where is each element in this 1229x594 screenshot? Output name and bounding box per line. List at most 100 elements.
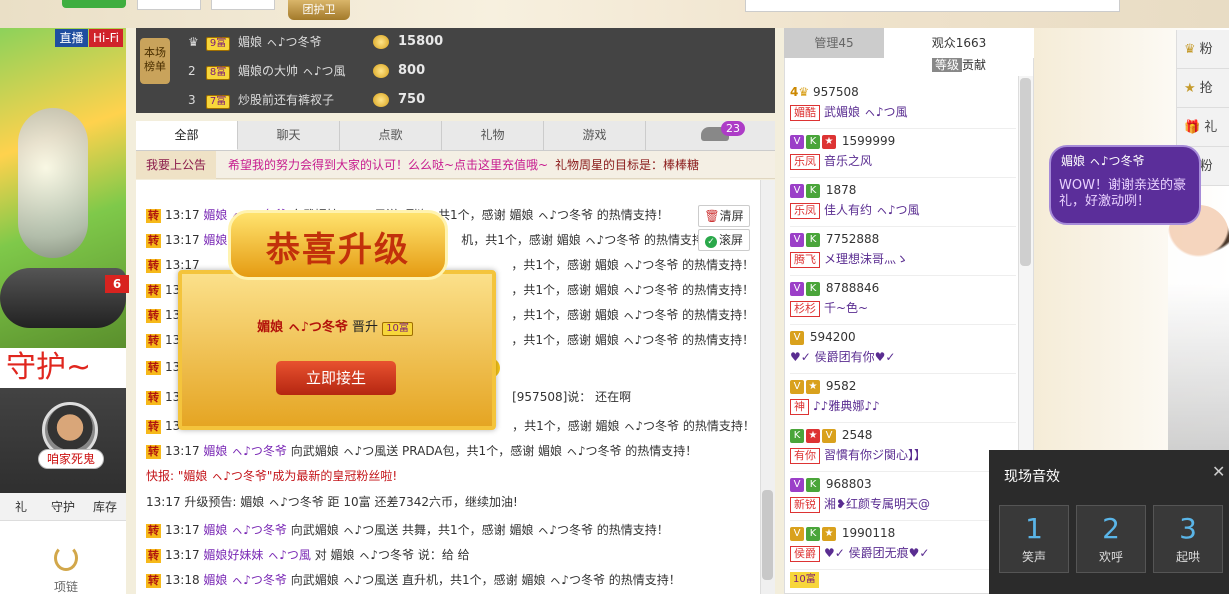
chat-text: 向武媚娘 ㇸ♪つ風送 直升机，共1个，感谢 媚娘 ㇸ♪つ冬爷 的热情支持！	[290, 573, 681, 587]
k-icon: K	[806, 526, 820, 541]
left-tab-gift[interactable]: 礼	[0, 493, 42, 520]
live-tag[interactable]: 直播	[55, 29, 88, 47]
sort-contrib[interactable]: 贡献	[962, 58, 986, 72]
fan-name: メ理想沫哥灬ゝ	[824, 252, 909, 266]
sound-button-boo[interactable]: 3 起哄	[1153, 505, 1223, 573]
tab-song[interactable]: 点歌	[340, 121, 442, 150]
audience-scroll-thumb[interactable]	[1020, 78, 1031, 266]
forward-tag[interactable]: 转	[146, 234, 161, 248]
clear-label: 清屏	[719, 209, 744, 223]
forward-tag[interactable]: 转	[146, 549, 161, 563]
vip-icon: V	[790, 232, 804, 247]
forward-tag[interactable]: 转	[146, 361, 161, 375]
video-player[interactable]	[0, 28, 126, 348]
rank-row-3[interactable]: 3 7富 炒股前还有裤衩子 750	[188, 86, 488, 114]
left-tab-guard[interactable]: 守护	[42, 493, 84, 520]
chat-nick[interactable]: 媚娘	[203, 233, 227, 247]
audience-sort: 等级 贡献	[932, 56, 986, 73]
fan-id: 594200	[809, 330, 856, 344]
sound-label: 起哄	[1175, 550, 1200, 564]
guard-badge[interactable]: 团护卫	[288, 0, 350, 20]
audience-item[interactable]: K ★ V 2548 有你 習慣有你ジ関心】】	[790, 423, 1016, 472]
forward-tag[interactable]: 转	[146, 209, 161, 223]
clear-screen-button[interactable]: 🗑清屏	[698, 205, 750, 227]
forward-tag[interactable]: 转	[146, 574, 161, 588]
accept-now-button[interactable]: 立即接生	[276, 361, 396, 395]
fan-id: 8788846	[825, 281, 880, 295]
fan-name: ♥✓ 侯爵团有你♥✓	[790, 350, 896, 364]
audience-item[interactable]: VK 1878 乐凤 佳人有约 ㇸ♪つ風	[790, 178, 1016, 227]
chat-time: 13:17	[165, 233, 200, 247]
necklace-label: 项链	[54, 580, 79, 594]
forward-tag[interactable]: 转	[146, 391, 161, 405]
post-notice-button[interactable]: 我要上公告	[136, 151, 216, 179]
guard-name[interactable]: 咱家死鬼	[38, 449, 104, 469]
rail-gift-button[interactable]: 🎁 礼	[1176, 109, 1229, 147]
audience-item[interactable]: 4♛ 957508 媚酷 武媚娘 ㇸ♪つ風	[790, 80, 1016, 129]
star-icon: ★	[1184, 81, 1196, 96]
chat-scroll-thumb[interactable]	[762, 490, 773, 580]
rank-row-1[interactable]: ♛ 9富 媚娘 ㇸ♪つ冬爷 15800	[188, 28, 488, 56]
chat-nick[interactable]: 媚娘 ㇸ♪つ冬爷	[203, 444, 286, 458]
chat-nick[interactable]: 媚娘 ㇸ♪つ冬爷	[203, 523, 286, 537]
audience-item[interactable]: VK 7752888 腾飞 メ理想沫哥灬ゝ	[790, 227, 1016, 276]
tab-game[interactable]: 游戏	[544, 121, 646, 150]
top-info-box	[745, 0, 1120, 12]
chat-nick[interactable]: 媚娘 ㇸ♪つ冬爷	[203, 573, 286, 587]
chat-text: 向武媚娘 ㇸ♪つ風送 PRADA包，共1个，感谢 媚娘 ㇸ♪つ冬爷 的热情支持！	[290, 444, 698, 458]
scroll-screen-button[interactable]: ✓ 滚屏	[698, 229, 750, 251]
left-tab-stock[interactable]: 库存	[84, 493, 126, 520]
chat-text: ，共1个，感谢 媚娘 ㇸ♪つ冬爷 的热情支持！	[511, 258, 755, 272]
fan-name: 佳人有约 ㇸ♪つ風	[824, 203, 920, 217]
forward-tag[interactable]: 转	[146, 524, 161, 538]
sort-level[interactable]: 等级	[932, 58, 963, 72]
left-tabs: 礼 守护 库存	[0, 493, 126, 521]
fan-group: 有你	[790, 448, 820, 464]
rail-fans-button[interactable]: ♛ 粉	[1176, 31, 1229, 69]
sound-label: 欢呼	[1098, 550, 1123, 564]
audience-item[interactable]: VK 968803 新锐 湘❥红颜专属明天@	[790, 472, 1016, 521]
chat-nick[interactable]: 媚娘好妹妹 ㇸ♪つ風	[203, 548, 310, 562]
tab-gift[interactable]: 礼物	[442, 121, 544, 150]
hifi-tag[interactable]: Hi-Fi	[89, 29, 123, 47]
tab-all[interactable]: 全部	[136, 121, 238, 150]
rank-level: 8富	[205, 66, 231, 80]
vip-icon: V	[790, 526, 804, 541]
sound-number: 3	[1179, 512, 1197, 545]
audience-item[interactable]: V ★ 9582 神 ♪♪雅典娜♪♪	[790, 374, 1016, 423]
rank-row-2[interactable]: 2 8富 媚娘の大帅 ㇸ♪つ風 800	[188, 57, 488, 85]
sound-button-laugh[interactable]: 1 笑声	[999, 505, 1069, 573]
rank-num: 2	[188, 64, 196, 78]
coin-icon	[373, 93, 389, 107]
audience-item[interactable]: V K ★ 1599999 乐凤 音乐之风	[790, 129, 1016, 178]
audience-item[interactable]: VK 8788846 杉杉 千~色~	[790, 276, 1016, 325]
audience-item[interactable]: V K ★ 1990118 侯爵 ♥✓ 侯爵团无痕♥✓	[790, 521, 1016, 570]
sound-button-cheer[interactable]: 2 欢呼	[1076, 505, 1146, 573]
forward-tag[interactable]: 转	[146, 259, 161, 273]
fan-group: 媚酷	[790, 105, 820, 121]
necklace-icon[interactable]	[54, 545, 78, 571]
fan-group: 新锐	[790, 497, 820, 513]
notice-text[interactable]: 希望我的努力会得到大家的认可！么么哒~点击这里充值哦~	[228, 151, 548, 179]
close-icon[interactable]: ✕	[1212, 462, 1225, 481]
flash-news: 快报: "媚娘 ㇸ♪つ冬爷"成为最新的皇冠粉丝啦!	[146, 469, 398, 483]
top-button-2[interactable]	[211, 0, 275, 10]
chat-line: 转 13:17 媚娘 ㇸ♪つ冬爷 向武媚娘 ㇸ♪つ風送 共舞，共1个，感谢 媚娘 …	[146, 518, 669, 542]
chat-line: 转 13:18 媚娘 ㇸ♪つ冬爷 向武媚娘 ㇸ♪つ風送 直升机，共1个，感谢 媚娘…	[146, 568, 681, 592]
forward-tag[interactable]: 转	[146, 334, 161, 348]
forward-tag[interactable]: 转	[146, 445, 161, 459]
tab-chat[interactable]: 聊天	[238, 121, 340, 150]
forward-tag[interactable]: 转	[146, 309, 161, 323]
rail-grab-button[interactable]: ★ 抢	[1176, 70, 1229, 108]
fan-group: 杉杉	[790, 301, 820, 317]
tab-audience[interactable]: 观众1663	[884, 28, 1034, 58]
follow-button[interactable]	[62, 0, 126, 8]
fan-name: 習慣有你ジ関心】】	[824, 448, 927, 462]
forward-tag[interactable]: 转	[146, 284, 161, 298]
star-icon: ★	[806, 379, 820, 394]
upgrade-message: 媚娘 ㇸ♪つ冬爷 晋升 10富	[178, 316, 496, 336]
audience-item[interactable]: V 594200 ♥✓ 侯爵团有你♥✓	[790, 325, 1016, 374]
forward-tag[interactable]: 转	[146, 420, 161, 434]
top-button-1[interactable]	[137, 0, 201, 10]
tab-admin[interactable]: 管理45	[784, 28, 884, 58]
